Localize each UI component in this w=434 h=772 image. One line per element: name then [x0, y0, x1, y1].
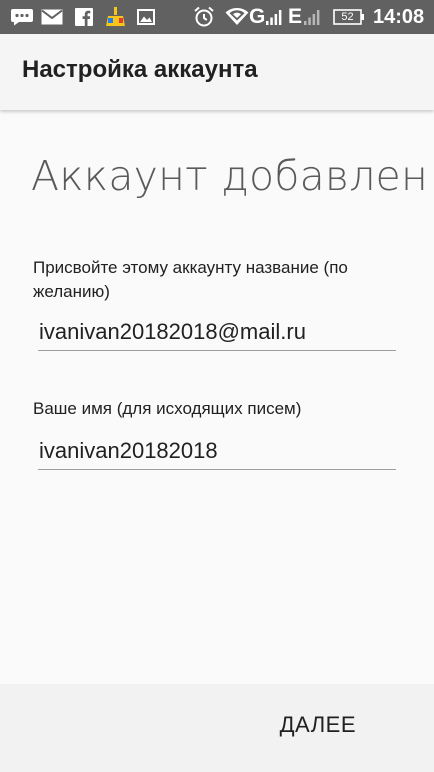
facebook-icon [74, 0, 94, 34]
wifi-icon [225, 0, 249, 34]
your-name-input[interactable] [38, 432, 396, 470]
signal-icon [303, 0, 321, 34]
your-name-label: Ваше имя (для исходящих писем) [33, 399, 302, 418]
mail-icon [40, 0, 64, 34]
app-bar: Настройка аккаунта [0, 34, 434, 110]
account-setup-form: Аккаунт добавлен! Присвойте этому аккаун… [0, 110, 434, 684]
bottom-bar: ДАЛЕЕ [0, 684, 434, 772]
signal-icon [265, 0, 283, 34]
network-type-e: E [288, 5, 303, 28]
clock: 14:08 [373, 6, 425, 28]
alarm-icon [192, 0, 216, 34]
battery-level: 52 [341, 11, 354, 23]
page-title: Настройка аккаунта [22, 56, 258, 83]
cleaner-icon [104, 0, 128, 34]
status-bar: G E 52 14:08 [0, 0, 434, 34]
account-name-input[interactable] [38, 313, 396, 351]
chat-icon [9, 0, 35, 34]
next-button[interactable]: ДАЛЕЕ [280, 712, 356, 738]
image-icon [136, 0, 156, 34]
success-headline: Аккаунт добавлен! [31, 152, 434, 200]
account-name-label: Присвойте этому аккаунту название (по же… [33, 258, 348, 301]
network-type-g: G [249, 5, 266, 28]
